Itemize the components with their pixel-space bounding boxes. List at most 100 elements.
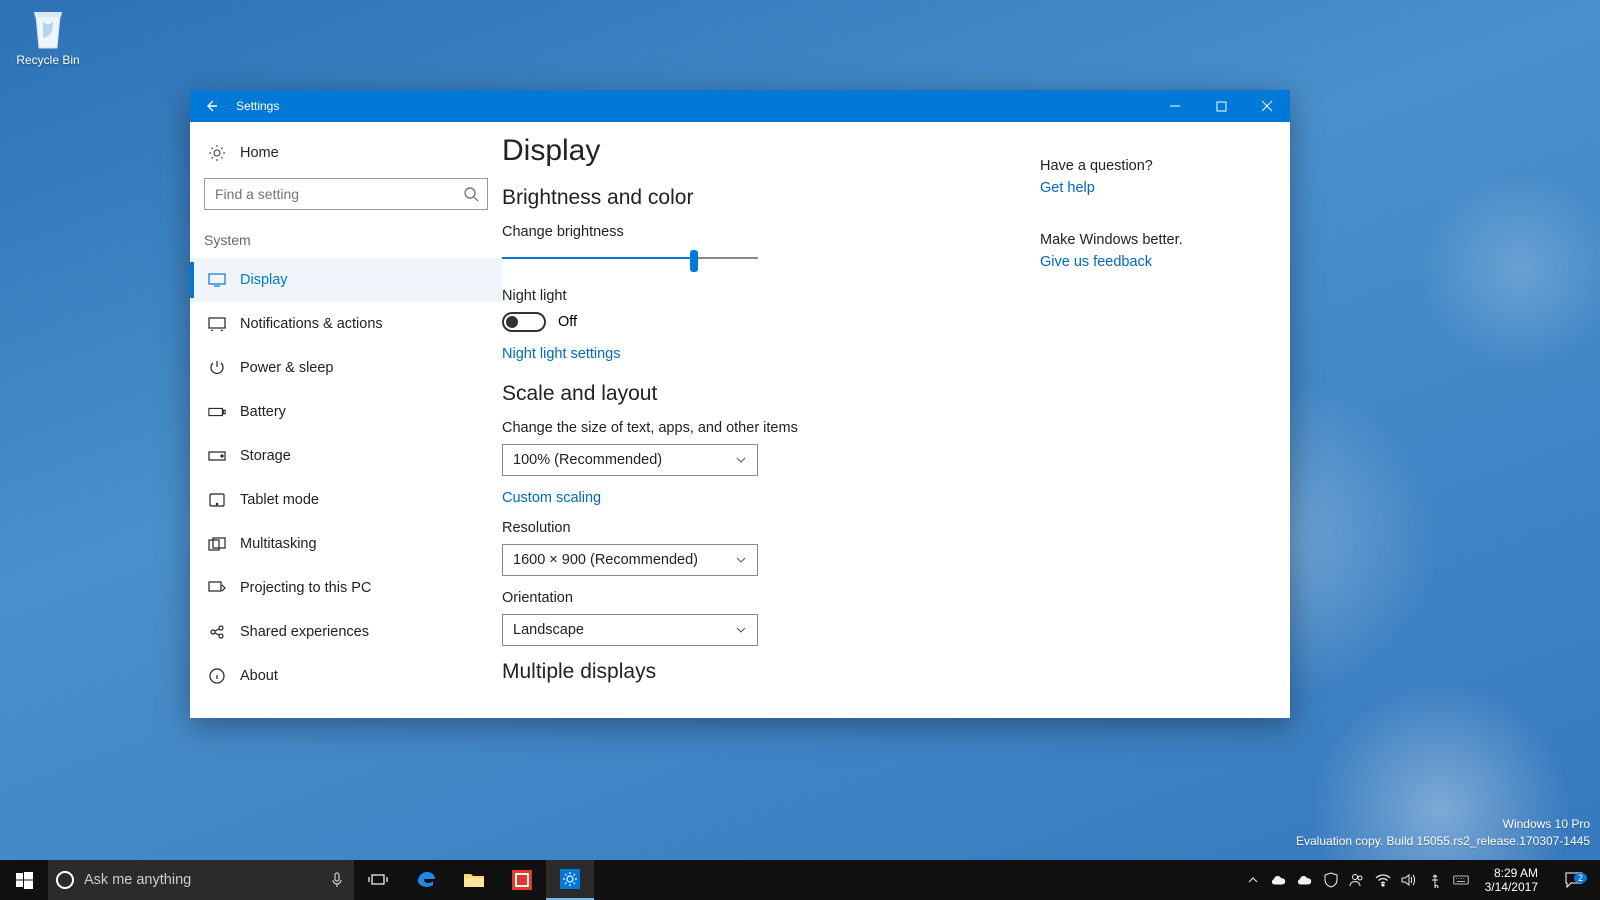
tray-volume-icon[interactable]: [1401, 872, 1417, 888]
scale-label: Change the size of text, apps, and other…: [502, 420, 1040, 436]
sidebar-item-label: Display: [240, 272, 288, 288]
system-tray: 8:29 AM 3/14/2017 2: [1239, 860, 1600, 900]
sidebar-item-projecting-to-this-pc[interactable]: Projecting to this PC: [190, 566, 502, 610]
content: Display Brightness and color Change brig…: [502, 134, 1040, 718]
tray-defender-icon[interactable]: [1323, 872, 1339, 888]
orientation-select[interactable]: Landscape: [502, 614, 758, 646]
tray-people-icon[interactable]: [1349, 872, 1365, 888]
night-light-label: Night light: [502, 288, 1040, 304]
feedback-heading: Make Windows better.: [1040, 232, 1270, 248]
custom-scaling-link[interactable]: Custom scaling: [502, 490, 1040, 506]
multitasking-icon: [208, 535, 226, 553]
display-icon: [208, 271, 226, 289]
window-title: Settings: [234, 99, 279, 113]
sidebar-item-tablet-mode[interactable]: Tablet mode: [190, 478, 502, 522]
sidebar-item-display[interactable]: Display: [190, 258, 502, 302]
edge-button[interactable]: [402, 860, 450, 900]
microphone-icon[interactable]: [330, 872, 346, 888]
sidebar-item-notifications-actions[interactable]: Notifications & actions: [190, 302, 502, 346]
watermark: Windows 10 Pro Evaluation copy. Build 15…: [1296, 816, 1590, 850]
clock-time: 8:29 AM: [1485, 866, 1538, 880]
sidebar-item-label: Storage: [240, 448, 291, 464]
recycle-bin-icon: [28, 6, 68, 50]
chevron-down-icon: [735, 454, 747, 466]
taskbar: Ask me anything 8:29 AM 3/14/2017 2: [0, 860, 1600, 900]
cortana-icon: [56, 871, 74, 889]
gear-icon: [208, 144, 226, 162]
tray-wifi-icon[interactable]: [1375, 872, 1391, 888]
search-input[interactable]: [215, 186, 463, 202]
sidebar-item-label: Projecting to this PC: [240, 580, 371, 596]
sidebar-category: System: [190, 232, 502, 258]
help-pane: Have a question? Get help Make Windows b…: [1040, 134, 1290, 718]
taskbar-clock[interactable]: 8:29 AM 3/14/2017: [1479, 866, 1544, 895]
scale-select[interactable]: 100% (Recommended): [502, 444, 758, 476]
sidebar-item-multitasking[interactable]: Multitasking: [190, 522, 502, 566]
get-help-link[interactable]: Get help: [1040, 180, 1270, 196]
brightness-label: Change brightness: [502, 224, 1040, 240]
search-icon: [463, 186, 479, 202]
sidebar-item-label: Tablet mode: [240, 492, 319, 508]
notifications-icon: [208, 315, 226, 333]
start-button[interactable]: [0, 860, 48, 900]
night-light-toggle[interactable]: [502, 312, 546, 332]
tablet-icon: [208, 491, 226, 509]
night-light-settings-link[interactable]: Night light settings: [502, 346, 1040, 362]
recycle-bin-label: Recycle Bin: [10, 53, 86, 67]
chevron-down-icon: [735, 624, 747, 636]
tray-chevron-up-icon[interactable]: [1245, 872, 1261, 888]
action-center-button[interactable]: 2: [1554, 872, 1594, 888]
power-icon: [208, 359, 226, 377]
about-icon: [208, 667, 226, 685]
cortana-search[interactable]: Ask me anything: [48, 860, 354, 900]
slider-thumb[interactable]: [690, 250, 698, 272]
sidebar-item-shared-experiences[interactable]: Shared experiences: [190, 610, 502, 654]
resolution-select[interactable]: 1600 × 900 (Recommended): [502, 544, 758, 576]
sidebar: Home System Display Notifications & actio…: [190, 122, 502, 718]
sidebar-item-storage[interactable]: Storage: [190, 434, 502, 478]
night-light-state: Off: [558, 314, 577, 330]
sidebar-item-label: Battery: [240, 404, 286, 420]
back-button[interactable]: [190, 90, 234, 122]
tray-cloud-icon[interactable]: [1297, 872, 1313, 888]
shared-icon: [208, 623, 226, 641]
sidebar-item-label: About: [240, 668, 278, 684]
feedback-link[interactable]: Give us feedback: [1040, 254, 1270, 270]
cortana-placeholder: Ask me anything: [84, 872, 191, 888]
tray-usb-icon[interactable]: [1427, 872, 1443, 888]
notification-badge: 2: [1574, 873, 1587, 883]
tray-onedrive-icon[interactable]: [1271, 872, 1287, 888]
settings-window: Settings Home System DisplayNotificati: [190, 90, 1290, 718]
tray-keyboard-icon[interactable]: [1453, 872, 1469, 888]
sidebar-item-about[interactable]: About: [190, 654, 502, 698]
brightness-slider[interactable]: [502, 248, 758, 268]
page-title: Display: [502, 134, 1040, 168]
search-input-wrap[interactable]: [204, 178, 488, 210]
sidebar-item-battery[interactable]: Battery: [190, 390, 502, 434]
close-button[interactable]: [1244, 90, 1290, 122]
help-heading: Have a question?: [1040, 158, 1270, 174]
home-nav[interactable]: Home: [190, 140, 502, 178]
maximize-button[interactable]: [1198, 90, 1244, 122]
resolution-value: 1600 × 900 (Recommended): [513, 552, 698, 568]
titlebar[interactable]: Settings: [190, 90, 1290, 122]
storage-icon: [208, 447, 226, 465]
orientation-value: Landscape: [513, 622, 584, 638]
battery-icon: [208, 403, 226, 421]
recycle-bin[interactable]: Recycle Bin: [10, 6, 86, 67]
settings-taskbar-button[interactable]: [546, 860, 594, 900]
sidebar-item-power-sleep[interactable]: Power & sleep: [190, 346, 502, 390]
projecting-icon: [208, 579, 226, 597]
app-red-button[interactable]: [498, 860, 546, 900]
clock-date: 3/14/2017: [1485, 880, 1538, 894]
section-multiple-displays: Multiple displays: [502, 660, 1040, 684]
section-scale: Scale and layout: [502, 382, 1040, 406]
sidebar-item-label: Multitasking: [240, 536, 317, 552]
minimize-button[interactable]: [1152, 90, 1198, 122]
task-view-button[interactable]: [354, 860, 402, 900]
file-explorer-button[interactable]: [450, 860, 498, 900]
sidebar-item-label: Notifications & actions: [240, 316, 383, 332]
sidebar-item-label: Power & sleep: [240, 360, 334, 376]
home-label: Home: [240, 145, 279, 161]
resolution-label: Resolution: [502, 520, 1040, 536]
